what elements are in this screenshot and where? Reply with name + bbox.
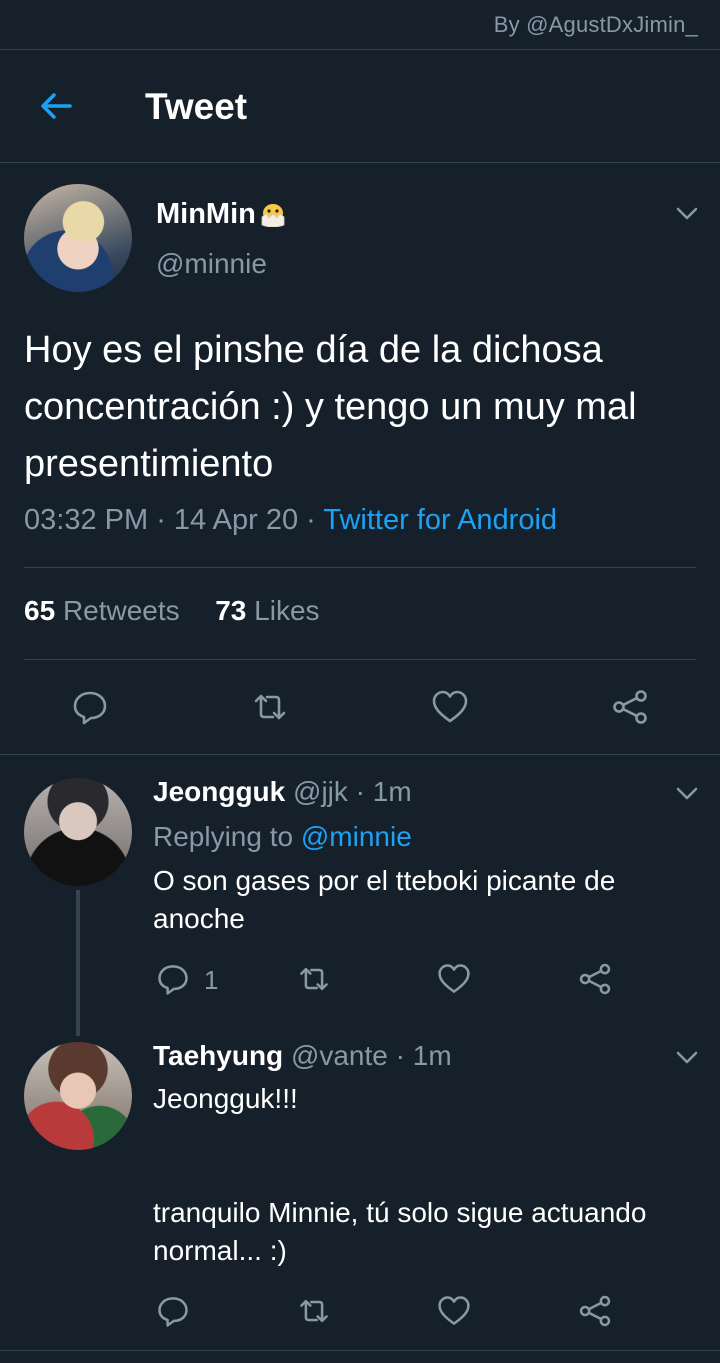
reply-author-name[interactable]: Jeongguk — [153, 776, 285, 807]
divider — [0, 754, 720, 755]
author-name-text: MinMin — [156, 198, 256, 230]
reply-text: tranquilo Minnie, tú solo sigue actuando — [153, 1197, 647, 1228]
reply-text: O son gases por el tteboki picante de — [153, 865, 616, 896]
reply-icon[interactable] — [70, 687, 110, 727]
author-name[interactable]: MinMin — [156, 198, 288, 231]
replying-to: Replying to @minnie — [153, 818, 693, 856]
likes-count: 73 — [215, 595, 247, 626]
page-title: Tweet — [145, 86, 248, 127]
tweet-stats: 65 Retweets 73 Likes — [24, 595, 320, 627]
retweets-stat[interactable]: 65 Retweets — [24, 595, 180, 626]
retweets-count: 65 — [24, 595, 56, 626]
meta-separator: · — [347, 776, 373, 807]
thread-connector — [76, 890, 80, 1036]
reply-count: 1 — [204, 965, 219, 995]
watermark: By @AgustDxJimin_ — [493, 12, 698, 37]
back-arrow-icon[interactable] — [36, 86, 76, 126]
avatar[interactable] — [24, 778, 132, 886]
avatar[interactable] — [24, 1042, 132, 1150]
divider — [0, 162, 720, 163]
likes-stat[interactable]: 73 Likes — [215, 595, 319, 626]
reply-author-handle[interactable]: @vante — [291, 1040, 388, 1071]
reply-time: 1m — [372, 776, 412, 807]
meta-separator: · — [298, 504, 324, 536]
reply-icon[interactable] — [155, 961, 191, 997]
tweet-meta: 03:32 PM · 14 Apr 20 · Twitter for Andro… — [24, 504, 557, 537]
like-icon[interactable] — [436, 1293, 472, 1329]
reply-text: anoche — [153, 903, 245, 934]
header: Tweet — [0, 50, 720, 162]
replying-prefix: Replying to — [153, 821, 294, 852]
retweets-label: Retweets — [62, 595, 180, 626]
tweet-date: 14 Apr 20 — [173, 504, 299, 536]
share-icon[interactable] — [577, 961, 613, 997]
reply-text: normal... :) — [153, 1235, 287, 1266]
chevron-down-icon[interactable] — [674, 780, 700, 806]
tweet-source-link[interactable]: Twitter for Android — [323, 504, 557, 536]
replying-to-link[interactable]: @minnie — [301, 821, 412, 852]
meta-separator: · — [387, 1040, 413, 1071]
divider — [24, 567, 696, 568]
reply-time: 1m — [412, 1040, 452, 1071]
chick-emoji-icon — [258, 199, 288, 227]
reply-header: Taehyung @vante · 1m — [153, 1040, 452, 1072]
retweet-icon[interactable] — [250, 687, 290, 727]
tweet-text: Hoy es el pinshe día de la dichosa conce… — [24, 329, 637, 485]
like-icon[interactable] — [436, 961, 472, 997]
divider — [0, 1350, 720, 1351]
share-icon[interactable] — [610, 687, 650, 727]
avatar[interactable] — [24, 184, 132, 292]
reply-author-name[interactable]: Taehyung — [153, 1040, 283, 1071]
chevron-down-icon[interactable] — [674, 200, 700, 226]
reply-icon[interactable] — [155, 1293, 191, 1329]
author-handle[interactable]: @minnie — [156, 248, 267, 280]
retweet-icon[interactable] — [296, 961, 332, 997]
reply-header: Jeongguk @jjk · 1m — [153, 776, 412, 808]
meta-separator: · — [148, 504, 174, 536]
reply-text: Jeongguk!!! — [153, 1083, 298, 1114]
retweet-icon[interactable] — [296, 1293, 332, 1329]
tweet-time: 03:32 PM — [24, 504, 149, 536]
divider — [24, 659, 696, 660]
chevron-down-icon[interactable] — [674, 1044, 700, 1070]
share-icon[interactable] — [577, 1293, 613, 1329]
like-icon[interactable] — [430, 687, 470, 727]
reply-author-handle[interactable]: @jjk — [293, 776, 348, 807]
likes-label: Likes — [254, 595, 320, 626]
